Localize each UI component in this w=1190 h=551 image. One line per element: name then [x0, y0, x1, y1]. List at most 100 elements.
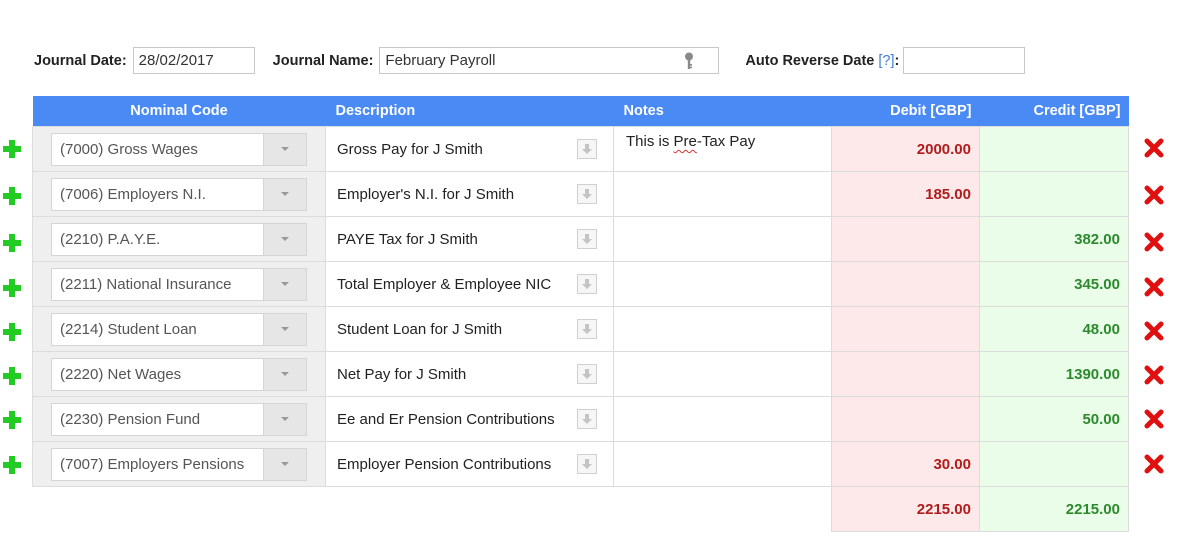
help-link[interactable]: [?]: [878, 53, 894, 69]
dropdown-button[interactable]: [263, 313, 306, 345]
copy-down-button[interactable]: [577, 319, 597, 339]
arrow-down-icon: [582, 234, 592, 244]
credit-cell[interactable]: [979, 126, 1129, 172]
dropdown-button[interactable]: [263, 268, 306, 300]
credit-value: 382.00: [1074, 230, 1120, 248]
table-row: (7000) Gross Wages Gross Pay for J Smith T…: [32, 126, 1129, 172]
cross-icon[interactable]: [1143, 184, 1165, 206]
notes-cell[interactable]: [613, 396, 832, 442]
table-header: Nominal Code Description Notes Debit [GB…: [32, 96, 1129, 127]
plus-icon[interactable]: [2, 186, 22, 206]
notes-text: [614, 262, 831, 268]
plus-icon[interactable]: [2, 322, 22, 342]
plus-icon[interactable]: [2, 139, 22, 159]
plus-icon[interactable]: [2, 410, 22, 430]
dropdown-button[interactable]: [263, 178, 306, 210]
dropdown-button[interactable]: [263, 133, 306, 165]
copy-down-button[interactable]: [577, 409, 597, 429]
debit-cell[interactable]: [831, 216, 980, 262]
plus-icon[interactable]: [2, 278, 22, 298]
notes-cell[interactable]: [613, 351, 832, 397]
notes-cell[interactable]: [613, 261, 832, 307]
nominal-code-select[interactable]: (2230) Pension Fund: [51, 402, 307, 436]
notes-cell[interactable]: [613, 441, 832, 487]
total-debit: 2215.00: [831, 486, 980, 532]
nominal-code-select[interactable]: (2220) Net Wages: [51, 357, 307, 391]
auto-reverse-date-input[interactable]: [903, 47, 1026, 74]
col-notes: Notes: [613, 96, 832, 127]
cross-icon[interactable]: [1143, 453, 1165, 475]
notes-text: [614, 217, 831, 223]
copy-down-button[interactable]: [577, 454, 597, 474]
credit-cell[interactable]: 382.00: [979, 216, 1129, 262]
nominal-code-select[interactable]: (7006) Employers N.I.: [51, 177, 307, 211]
copy-down-button[interactable]: [577, 364, 597, 384]
cross-icon[interactable]: [1143, 276, 1165, 298]
nominal-code-select[interactable]: (2214) Student Loan: [51, 312, 307, 346]
auto-reverse-label: Auto Reverse Date [?]:: [745, 53, 899, 69]
chevron-down-icon: [281, 147, 289, 151]
description-cell[interactable]: Total Employer & Employee NIC: [325, 261, 614, 307]
debit-cell[interactable]: 30.00: [831, 441, 980, 487]
credit-cell[interactable]: 345.00: [979, 261, 1129, 307]
description-text: Total Employer & Employee NIC: [337, 275, 552, 293]
journal-header: Journal Date: Journal Name: Auto Reverse…: [34, 46, 1026, 75]
chevron-down-icon: [281, 192, 289, 196]
arrow-down-icon: [582, 189, 592, 199]
dropdown-button[interactable]: [263, 448, 306, 480]
description-cell[interactable]: Student Loan for J Smith: [325, 306, 614, 352]
credit-cell[interactable]: [979, 171, 1129, 217]
nominal-code-select[interactable]: (2210) P.A.Y.E.: [51, 222, 307, 256]
table-row: (7006) Employers N.I. Employer's N.I. for…: [32, 171, 1129, 217]
col-debit: Debit [GBP]: [831, 96, 980, 127]
cross-icon[interactable]: [1143, 364, 1165, 386]
cross-icon[interactable]: [1143, 320, 1165, 342]
key-icon[interactable]: [684, 52, 694, 70]
notes-cell[interactable]: [613, 171, 832, 217]
credit-cell[interactable]: 1390.00: [979, 351, 1129, 397]
nominal-code-select[interactable]: (2211) National Insurance: [51, 267, 307, 301]
journal-date-input[interactable]: [132, 47, 255, 74]
plus-icon[interactable]: [2, 455, 22, 475]
dropdown-button[interactable]: [263, 358, 306, 390]
description-cell[interactable]: Net Pay for J Smith: [325, 351, 614, 397]
debit-cell[interactable]: [831, 351, 980, 397]
table-row: (2210) P.A.Y.E. PAYE Tax for J Smith 382.0…: [32, 216, 1129, 262]
copy-down-button[interactable]: [577, 139, 597, 159]
debit-cell[interactable]: 2000.00: [831, 126, 980, 172]
description-cell[interactable]: Gross Pay for J Smith: [325, 126, 614, 172]
nominal-cell: (7000) Gross Wages: [32, 126, 326, 172]
debit-cell[interactable]: 185.00: [831, 171, 980, 217]
dropdown-button[interactable]: [263, 403, 306, 435]
description-cell[interactable]: PAYE Tax for J Smith: [325, 216, 614, 262]
nominal-code-select[interactable]: (7000) Gross Wages: [51, 132, 307, 166]
nominal-cell: (2210) P.A.Y.E.: [32, 216, 326, 262]
debit-cell[interactable]: [831, 306, 980, 352]
dropdown-button[interactable]: [263, 223, 306, 255]
description-cell[interactable]: Employer's N.I. for J Smith: [325, 171, 614, 217]
copy-down-button[interactable]: [577, 274, 597, 294]
notes-text: [614, 352, 831, 358]
nominal-cell: (2220) Net Wages: [32, 351, 326, 397]
credit-cell[interactable]: 50.00: [979, 396, 1129, 442]
journal-name-input[interactable]: [379, 47, 720, 74]
notes-part: This is: [626, 133, 674, 150]
credit-cell[interactable]: [979, 441, 1129, 487]
copy-down-button[interactable]: [577, 229, 597, 249]
copy-down-button[interactable]: [577, 184, 597, 204]
cross-icon[interactable]: [1143, 231, 1165, 253]
description-cell[interactable]: Employer Pension Contributions: [325, 441, 614, 487]
debit-cell[interactable]: [831, 396, 980, 442]
plus-icon[interactable]: [2, 366, 22, 386]
cross-icon[interactable]: [1143, 408, 1165, 430]
notes-cell[interactable]: [613, 306, 832, 352]
plus-icon[interactable]: [2, 233, 22, 253]
notes-cell[interactable]: This is Pre-Tax Pay: [613, 126, 832, 172]
cross-icon[interactable]: [1143, 137, 1165, 159]
notes-misspelled-word: Pre: [673, 133, 697, 150]
nominal-code-select[interactable]: (7007) Employers Pensions: [51, 447, 307, 481]
notes-cell[interactable]: [613, 216, 832, 262]
debit-cell[interactable]: [831, 261, 980, 307]
description-cell[interactable]: Ee and Er Pension Contributions: [325, 396, 614, 442]
credit-cell[interactable]: 48.00: [979, 306, 1129, 352]
